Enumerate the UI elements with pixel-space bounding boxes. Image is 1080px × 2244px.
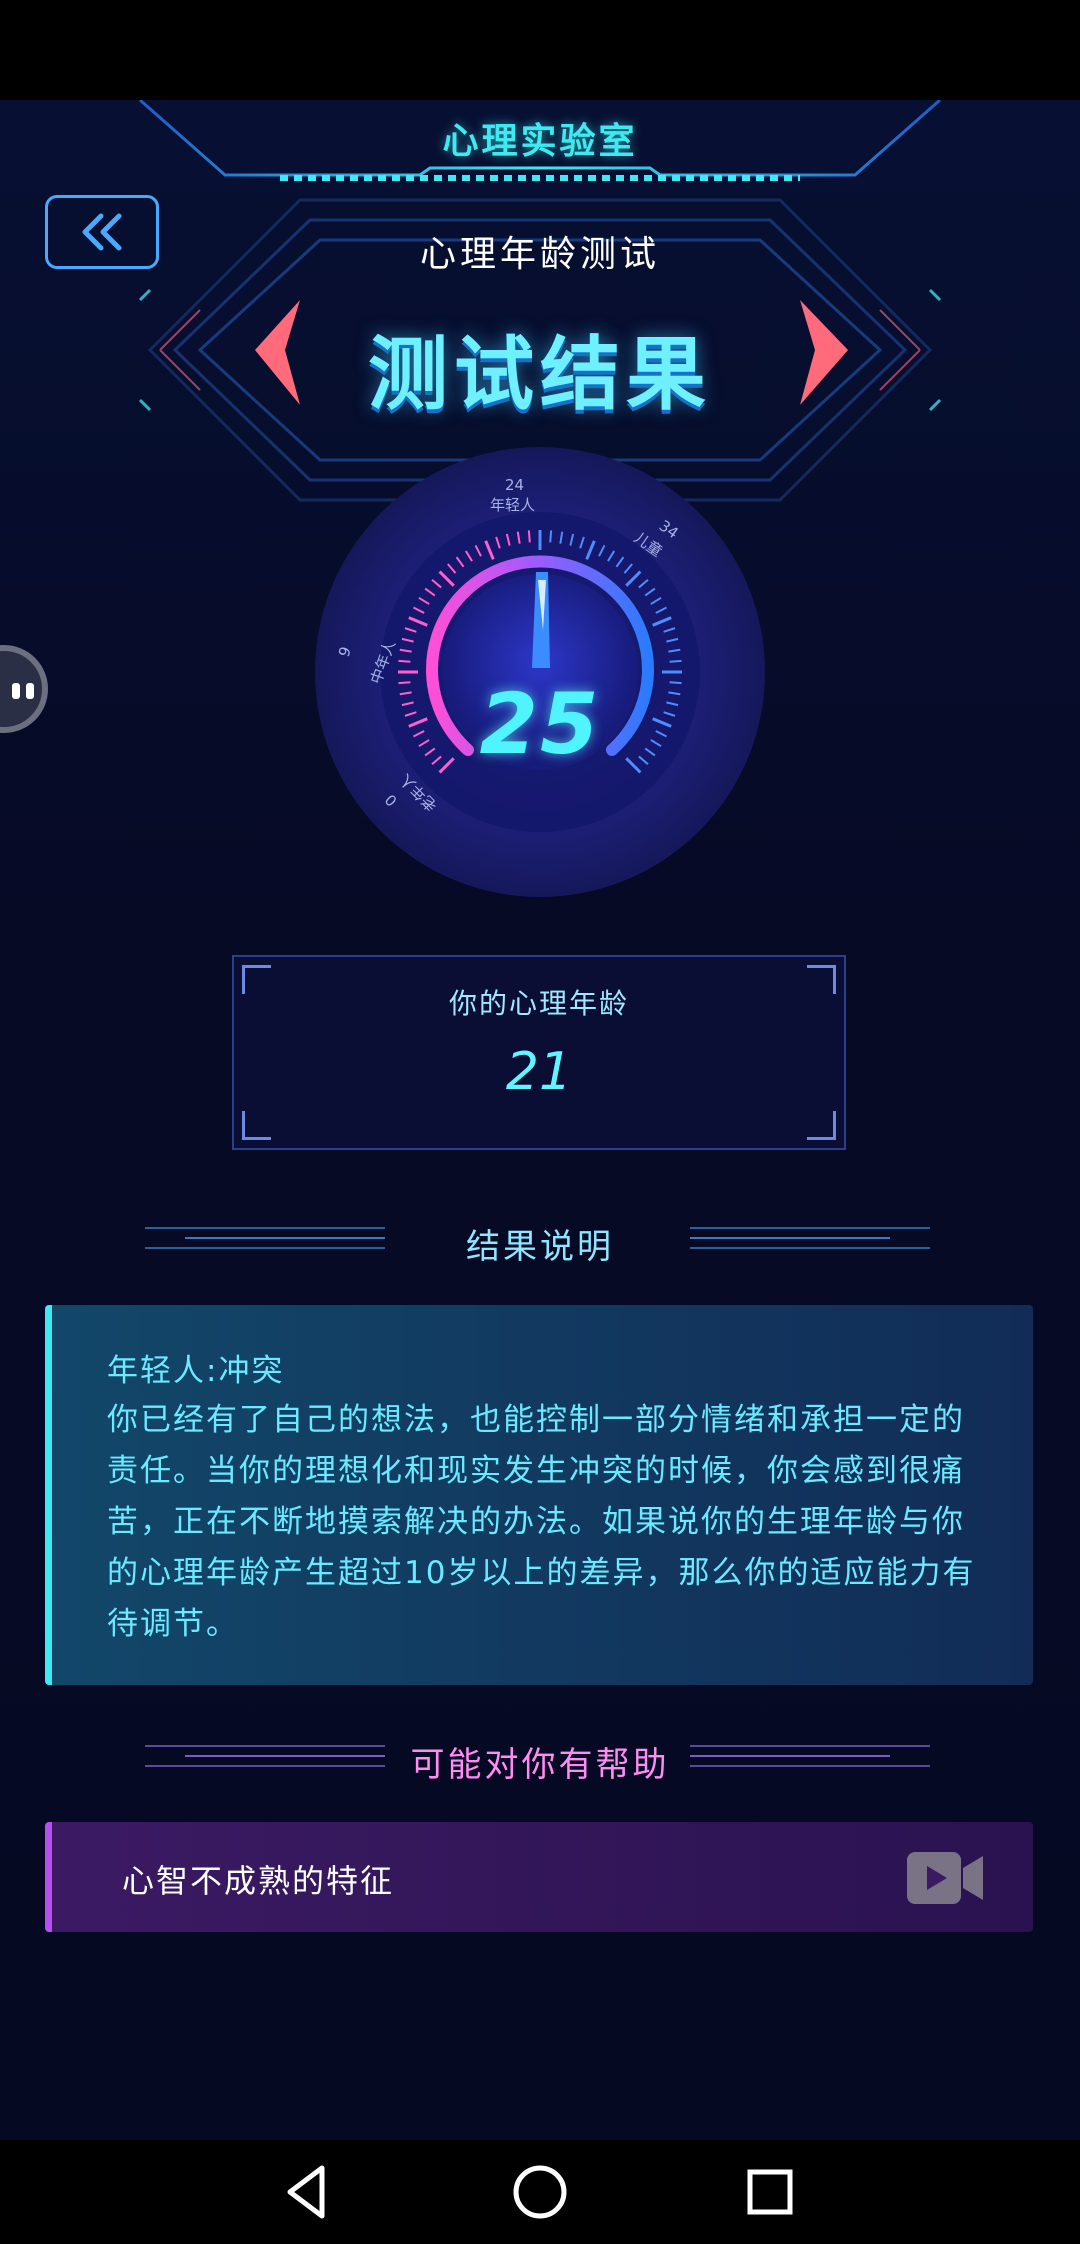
- test-subtitle: 心理年龄测试: [419, 234, 660, 275]
- gauge-tick: [669, 659, 682, 663]
- gauge-tick: [527, 530, 531, 543]
- gauge-label-young: 年轻人: [490, 496, 535, 514]
- result-heading: 年轻人:冲突: [107, 1353, 285, 1389]
- psych-age-value: 21: [505, 1042, 573, 1102]
- back-nav-icon[interactable]: [276, 2160, 340, 2224]
- video-camera-icon: [907, 1852, 983, 1904]
- navigation-bar: [0, 2140, 1080, 2244]
- gauge-value: 25: [479, 675, 601, 773]
- result-section-header: 结果说明: [0, 1215, 1080, 1275]
- result-title: 测试结果: [368, 328, 712, 421]
- header-title: 心理实验室: [442, 121, 638, 162]
- psych-age-box: 你的心理年龄 21: [232, 955, 846, 1150]
- help-section-header: 可能对你有帮助: [0, 1733, 1080, 1793]
- page: 24 年轻人 34 儿童 9 中年人 0 老年人 心理实验室 心理年龄测试 测试…: [0, 100, 1080, 2140]
- recents-nav-icon[interactable]: [738, 2160, 802, 2224]
- help-item-label: 心智不成熟的特征: [122, 1862, 395, 1900]
- gauge-tick: [549, 530, 553, 543]
- help-item-immature-mind[interactable]: 心智不成熟的特征: [45, 1822, 1033, 1932]
- status-bar: [0, 0, 1080, 100]
- gauge-tick: [398, 659, 411, 663]
- result-explanation-card: 年轻人:冲突 你已经有了自己的想法，也能控制一部分情绪和承担一定的责任。当你的理…: [45, 1305, 1033, 1685]
- gauge-label-24: 24: [505, 476, 524, 494]
- psych-age-label: 你的心理年龄: [448, 987, 629, 1020]
- home-nav-icon[interactable]: [508, 2160, 572, 2224]
- result-body: 你已经有了自己的想法，也能控制一部分情绪和承担一定的责任。当你的理想化和现实发生…: [107, 1402, 976, 1642]
